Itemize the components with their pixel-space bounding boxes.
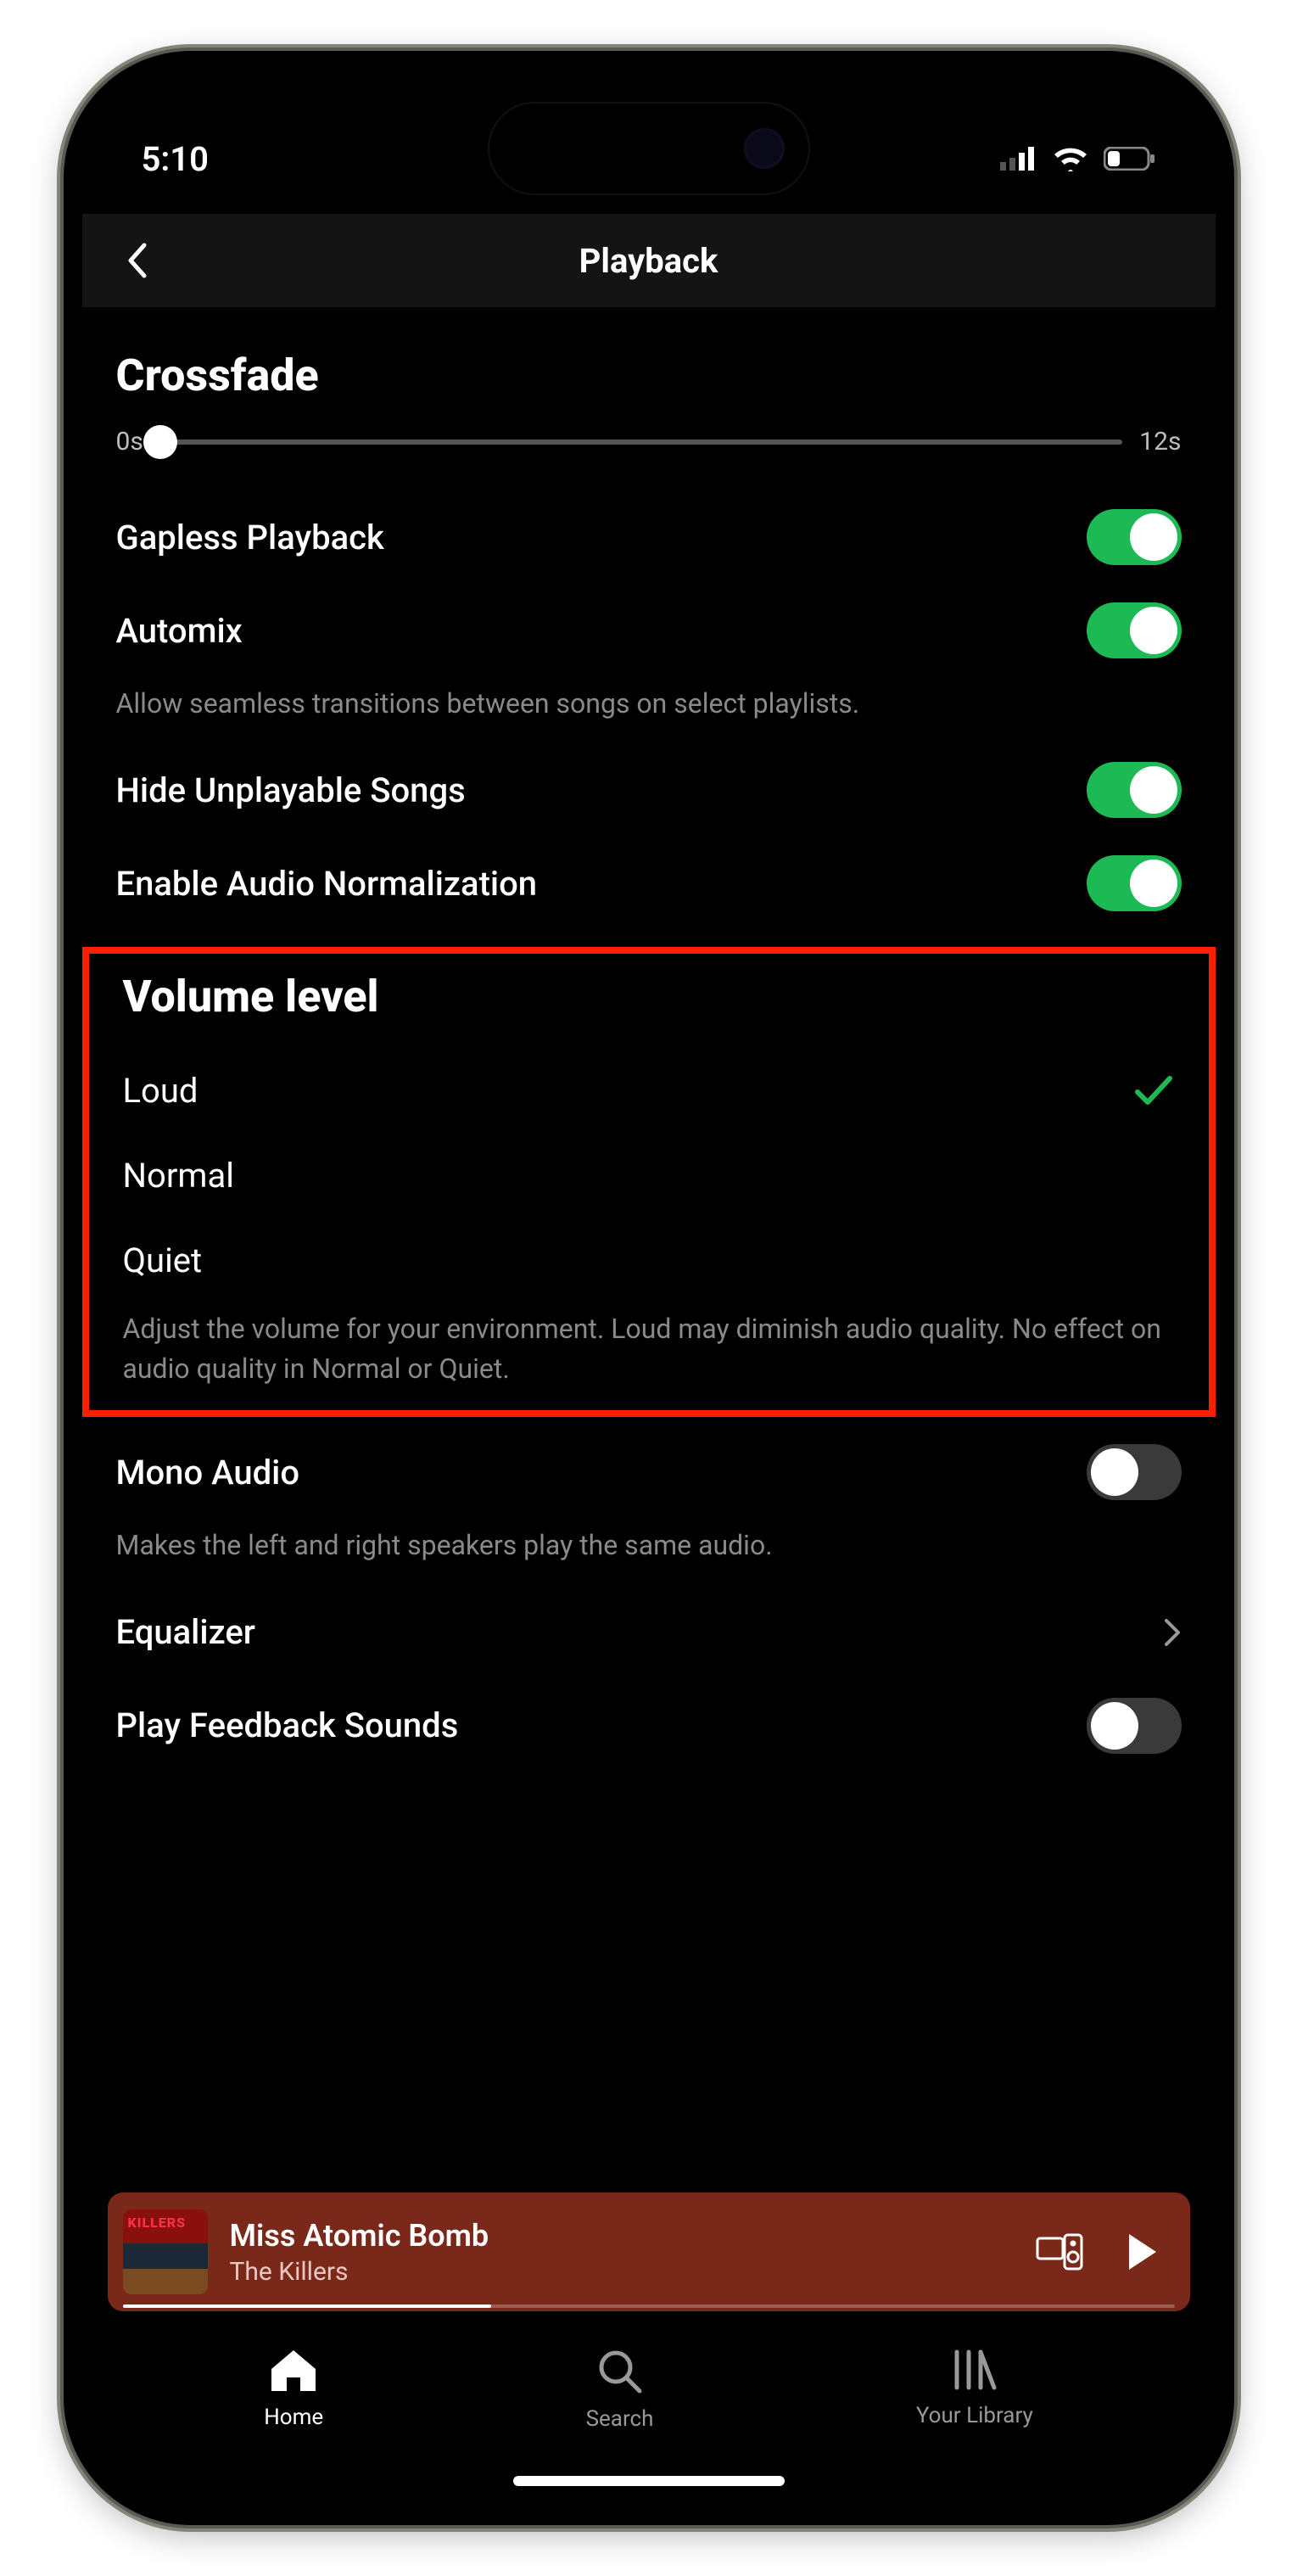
gapless-row: Gapless Playback <box>116 490 1182 584</box>
equalizer-label: Equalizer <box>116 1612 255 1652</box>
volume-option-quiet[interactable]: Quiet <box>123 1218 1175 1302</box>
check-icon <box>1132 1073 1175 1107</box>
volume-loud-label: Loud <box>123 1071 198 1111</box>
volume-quiet-label: Quiet <box>123 1240 203 1280</box>
tab-library-label: Your Library <box>916 2403 1033 2428</box>
tab-library[interactable]: Your Library <box>916 2349 1033 2506</box>
volume-title: Volume level <box>123 971 1175 1022</box>
mono-row: Mono Audio <box>116 1425 1182 1519</box>
status-time: 5:10 <box>142 139 209 179</box>
nav-header: Playback <box>82 214 1216 307</box>
automix-label: Automix <box>116 611 243 651</box>
tab-home-label: Home <box>264 2405 323 2430</box>
gapless-label: Gapless Playback <box>116 518 384 557</box>
volume-level-highlight: Volume level Loud Normal Quiet Adjust th… <box>82 947 1216 1417</box>
now-playing-artist: The Killers <box>230 2257 1014 2287</box>
crossfade-title: Crossfade <box>116 350 1182 401</box>
connect-device-icon[interactable] <box>1036 2232 1083 2272</box>
hide-unplayable-row: Hide Unplayable Songs <box>116 743 1182 837</box>
normalization-row: Enable Audio Normalization <box>116 837 1182 930</box>
volume-desc: Adjust the volume for your environment. … <box>123 1309 1175 1388</box>
gapless-toggle[interactable] <box>1087 509 1182 565</box>
crossfade-min: 0s <box>116 427 143 456</box>
screen: 5:10 Playback Crossfade <box>82 70 1216 2506</box>
now-playing-progress[interactable] <box>123 2304 1175 2308</box>
equalizer-row[interactable]: Equalizer <box>116 1586 1182 1679</box>
battery-icon <box>1104 147 1156 171</box>
album-art <box>123 2209 208 2294</box>
volume-option-loud[interactable]: Loud <box>123 1048 1175 1133</box>
content: Crossfade 0s 12s Gapless Playback Automi… <box>82 307 1216 2167</box>
volume-option-normal[interactable]: Normal <box>123 1133 1175 1218</box>
mono-label: Mono Audio <box>116 1453 300 1492</box>
chevron-right-icon <box>1163 1617 1182 1648</box>
chevron-left-icon <box>126 242 149 279</box>
dynamic-island <box>488 102 810 195</box>
normalization-label: Enable Audio Normalization <box>116 864 538 904</box>
play-icon[interactable] <box>1126 2232 1160 2271</box>
mono-toggle[interactable] <box>1087 1444 1182 1500</box>
mono-desc: Makes the left and right speakers play t… <box>116 1526 1182 1565</box>
now-playing-title: Miss Atomic Bomb <box>230 2218 1014 2254</box>
wifi-icon <box>1053 146 1088 171</box>
page-title: Playback <box>82 241 1216 281</box>
feedback-label: Play Feedback Sounds <box>116 1705 459 1745</box>
volume-normal-label: Normal <box>123 1156 234 1196</box>
automix-desc: Allow seamless transitions between songs… <box>116 684 1182 723</box>
feedback-row: Play Feedback Sounds <box>116 1679 1182 1772</box>
search-icon <box>597 2349 643 2394</box>
cellular-icon <box>1000 147 1037 171</box>
automix-toggle[interactable] <box>1087 602 1182 658</box>
crossfade-max: 12s <box>1139 427 1181 456</box>
phone-frame: 5:10 Playback Crossfade <box>64 51 1234 2525</box>
crossfade-slider-row: 0s 12s <box>116 427 1182 456</box>
feedback-toggle[interactable] <box>1087 1698 1182 1754</box>
tab-search-label: Search <box>586 2406 654 2432</box>
home-indicator[interactable] <box>513 2476 785 2486</box>
home-icon <box>270 2349 317 2393</box>
hide-unplayable-label: Hide Unplayable Songs <box>116 770 466 810</box>
hide-unplayable-toggle[interactable] <box>1087 762 1182 818</box>
now-playing-text: Miss Atomic Bomb The Killers <box>230 2218 1014 2287</box>
tab-home[interactable]: Home <box>264 2349 323 2506</box>
slider-thumb[interactable] <box>143 425 177 459</box>
back-button[interactable] <box>116 239 159 282</box>
library-icon <box>952 2349 998 2391</box>
crossfade-slider[interactable] <box>160 440 1122 445</box>
now-playing-bar[interactable]: Miss Atomic Bomb The Killers <box>108 2192 1190 2311</box>
automix-row: Automix <box>116 584 1182 677</box>
normalization-toggle[interactable] <box>1087 855 1182 911</box>
